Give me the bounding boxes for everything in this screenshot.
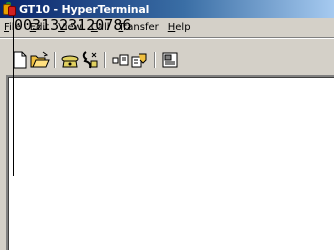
call-button[interactable]: [60, 51, 80, 69]
receive-file-button[interactable]: [130, 51, 150, 69]
window-title: GT10 - HyperTerminal: [19, 2, 150, 16]
send-file-button[interactable]: [110, 51, 130, 69]
hyperterminal-window: GT10 - HyperTerminal File Edit View Call…: [0, 0, 334, 250]
properties-icon: [162, 52, 178, 68]
menu-help[interactable]: Help: [164, 22, 196, 33]
terminal-area[interactable]: [8, 77, 334, 250]
properties-button[interactable]: [160, 51, 180, 69]
toolbar-separator: [54, 52, 56, 68]
open-button[interactable]: [30, 51, 50, 69]
terminal-frame: [6, 75, 334, 250]
send-file-icon: [112, 54, 129, 66]
disconnect-phone-icon: [82, 51, 98, 69]
toolbar-separator: [104, 52, 106, 68]
hyperterminal-app-icon[interactable]: [2, 2, 16, 16]
terminal-output: 0031323120786: [14, 16, 132, 34]
toolbar-separator: [154, 52, 156, 68]
terminal-cursor-column: [13, 16, 14, 176]
call-phone-icon: [61, 55, 79, 68]
open-folder-icon: [30, 51, 50, 68]
toolbar: [0, 39, 334, 71]
receive-file-icon: [131, 53, 147, 68]
disconnect-button[interactable]: [80, 51, 100, 69]
